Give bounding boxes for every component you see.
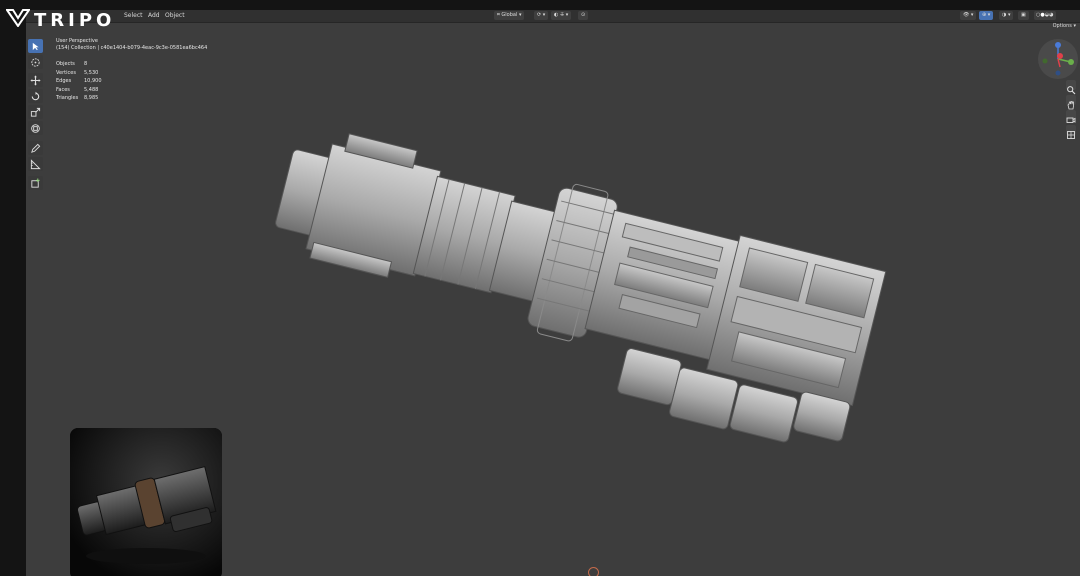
reference-render-image bbox=[70, 428, 222, 576]
left-dock bbox=[0, 0, 26, 576]
top-band bbox=[0, 0, 1080, 10]
3d-cursor-icon[interactable] bbox=[588, 567, 599, 576]
3d-viewport[interactable]: Select Add Object ⌗ Global ▾ ⟳ ▾ ◐ ⁜ ▾ ⊙… bbox=[26, 10, 1080, 576]
tripo-logo: TRIPO bbox=[2, 6, 132, 31]
reference-image-thumbnail bbox=[70, 428, 222, 576]
logo-text: TRIPO bbox=[34, 10, 116, 31]
tripo-logo-mark-icon bbox=[6, 9, 30, 27]
